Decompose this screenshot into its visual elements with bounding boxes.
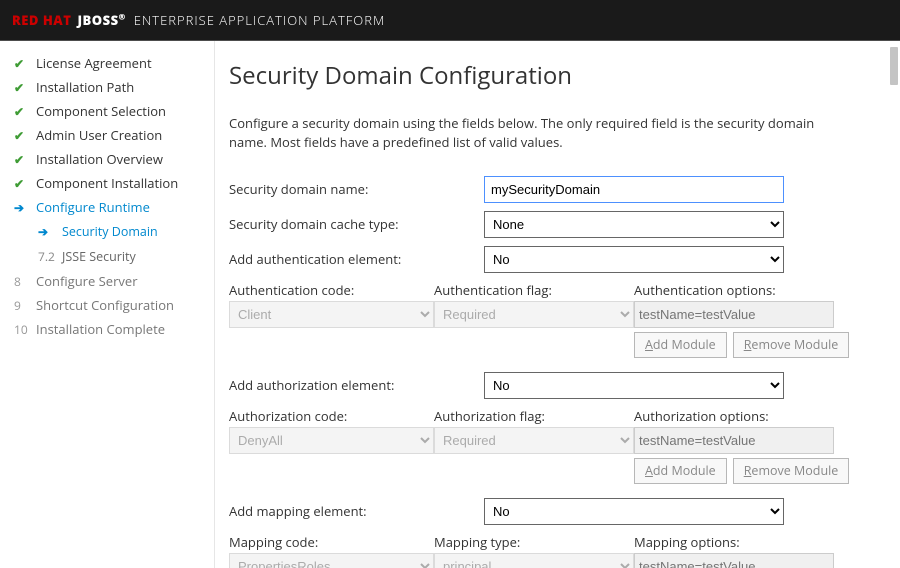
brand-eap: ENTERPRISE APPLICATION PLATFORM [134, 11, 385, 29]
auth-options-input [634, 301, 834, 328]
map-triple-header: Mapping code: Mapping type: Mapping opti… [229, 533, 874, 553]
add-module-button: Add Module [634, 332, 727, 358]
main-panel: Security Domain Configuration Configure … [215, 41, 900, 568]
sidebar-item-configure-server[interactable]: 8Configure Server [0, 269, 214, 293]
sidebar-item-complete[interactable]: 10Installation Complete [0, 317, 214, 341]
auth-triple-header: Authentication code: Authentication flag… [229, 281, 874, 301]
row-add-mapping: Add mapping element: No [229, 498, 874, 525]
check-icon [14, 79, 36, 96]
sidebar-item-components[interactable]: Component Selection [0, 99, 214, 123]
sidebar-item-install[interactable]: Component Installation [0, 171, 214, 195]
row-add-auth: Add authentication element: No [229, 246, 874, 273]
sidebar-item-license[interactable]: License Agreement [0, 51, 214, 75]
main-container: License Agreement Installation Path Comp… [0, 41, 900, 568]
remove-module-button: Remove Module [733, 332, 850, 358]
sidebar-item-admin[interactable]: Admin User Creation [0, 123, 214, 147]
row-add-authz: Add authorization element: No [229, 372, 874, 399]
sidebar-sub-jsse[interactable]: 7.2JSSE Security [0, 244, 214, 269]
authz-module-buttons: Add Module Remove Module [229, 458, 874, 484]
sidebar-item-overview[interactable]: Installation Overview [0, 147, 214, 171]
auth-flag-select: Required [434, 301, 634, 328]
check-icon [14, 151, 36, 168]
cache-type-select[interactable]: None [484, 211, 784, 238]
security-domain-name-input[interactable] [484, 176, 784, 203]
brand-redhat: RED HAT [12, 11, 71, 29]
auth-triple-row: Client Required [229, 301, 874, 328]
check-icon [14, 127, 36, 144]
authz-flag-select: Required [434, 427, 634, 454]
scrollbar-thumb[interactable] [890, 47, 898, 85]
sidebar-sub-security-domain[interactable]: Security Domain [0, 219, 214, 244]
auth-module-buttons: Add Module Remove Module [229, 332, 874, 358]
sidebar-item-shortcut[interactable]: 9Shortcut Configuration [0, 293, 214, 317]
map-type-select: principal [434, 553, 634, 568]
sidebar-item-path[interactable]: Installation Path [0, 75, 214, 99]
add-authz-select[interactable]: No [484, 372, 784, 399]
row-cache-type: Security domain cache type: None [229, 211, 874, 238]
authz-triple-header: Authorization code: Authorization flag: … [229, 407, 874, 427]
check-icon [14, 55, 36, 72]
page-title: Security Domain Configuration [229, 59, 874, 92]
map-options-input [634, 553, 834, 568]
page-description: Configure a security domain using the fi… [229, 114, 829, 152]
app-header: RED HAT JBOSS® ENTERPRISE APPLICATION PL… [0, 0, 900, 40]
arrow-right-icon [38, 223, 62, 240]
row-domain-name: Security domain name: [229, 176, 874, 203]
wizard-sidebar: License Agreement Installation Path Comp… [0, 41, 215, 568]
add-module-button: Add Module [634, 458, 727, 484]
remove-module-button: Remove Module [733, 458, 850, 484]
check-icon [14, 175, 36, 192]
check-icon [14, 103, 36, 120]
authz-options-input [634, 427, 834, 454]
add-mapping-select[interactable]: No [484, 498, 784, 525]
authz-triple-row: DenyAll Required [229, 427, 874, 454]
map-code-select: PropertiesRoles [229, 553, 434, 568]
arrow-right-icon [14, 199, 36, 216]
brand-jboss: JBOSS® [77, 11, 125, 29]
sidebar-item-configure-runtime[interactable]: Configure Runtime [0, 195, 214, 219]
auth-code-select: Client [229, 301, 434, 328]
map-triple-row: PropertiesRoles principal [229, 553, 874, 568]
add-auth-select[interactable]: No [484, 246, 784, 273]
authz-code-select: DenyAll [229, 427, 434, 454]
